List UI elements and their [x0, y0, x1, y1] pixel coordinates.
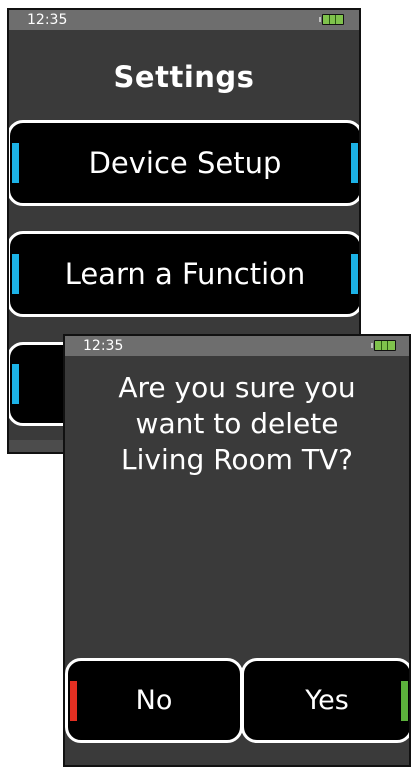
accent-bar-left: [12, 364, 19, 404]
confirm-message-line: Are you sure you: [118, 371, 356, 404]
status-time: 12:35: [27, 12, 68, 28]
device-setup-button[interactable]: Device Setup: [9, 120, 359, 206]
no-button[interactable]: No: [65, 658, 243, 743]
status-time: 12:35: [83, 338, 124, 354]
accent-bar-right: [351, 254, 358, 294]
device-setup-label: Device Setup: [88, 146, 282, 180]
learn-function-label: Learn a Function: [64, 257, 306, 291]
status-bar: 12:35: [65, 336, 409, 356]
accent-bar-left: [70, 680, 77, 721]
battery-icon: [371, 340, 396, 351]
battery-icon: [319, 14, 344, 25]
page-title: Settings: [113, 60, 255, 94]
yes-button[interactable]: Yes: [241, 658, 409, 743]
yes-label: Yes: [305, 685, 349, 716]
delete-confirm-screen: 12:35 Are you sure you want to delete Li…: [63, 334, 411, 767]
accent-bar-left: [12, 143, 19, 183]
status-bar: 12:35: [9, 10, 359, 30]
confirm-message-line: want to delete: [135, 407, 339, 440]
confirm-message: Are you sure you want to delete Living R…: [65, 370, 409, 478]
confirm-message-line: Living Room TV?: [121, 443, 353, 476]
no-label: No: [135, 685, 173, 716]
accent-bar-left: [12, 254, 19, 294]
learn-function-button[interactable]: Learn a Function: [9, 231, 359, 317]
accent-bar-right: [401, 680, 408, 721]
accent-bar-right: [351, 143, 358, 183]
